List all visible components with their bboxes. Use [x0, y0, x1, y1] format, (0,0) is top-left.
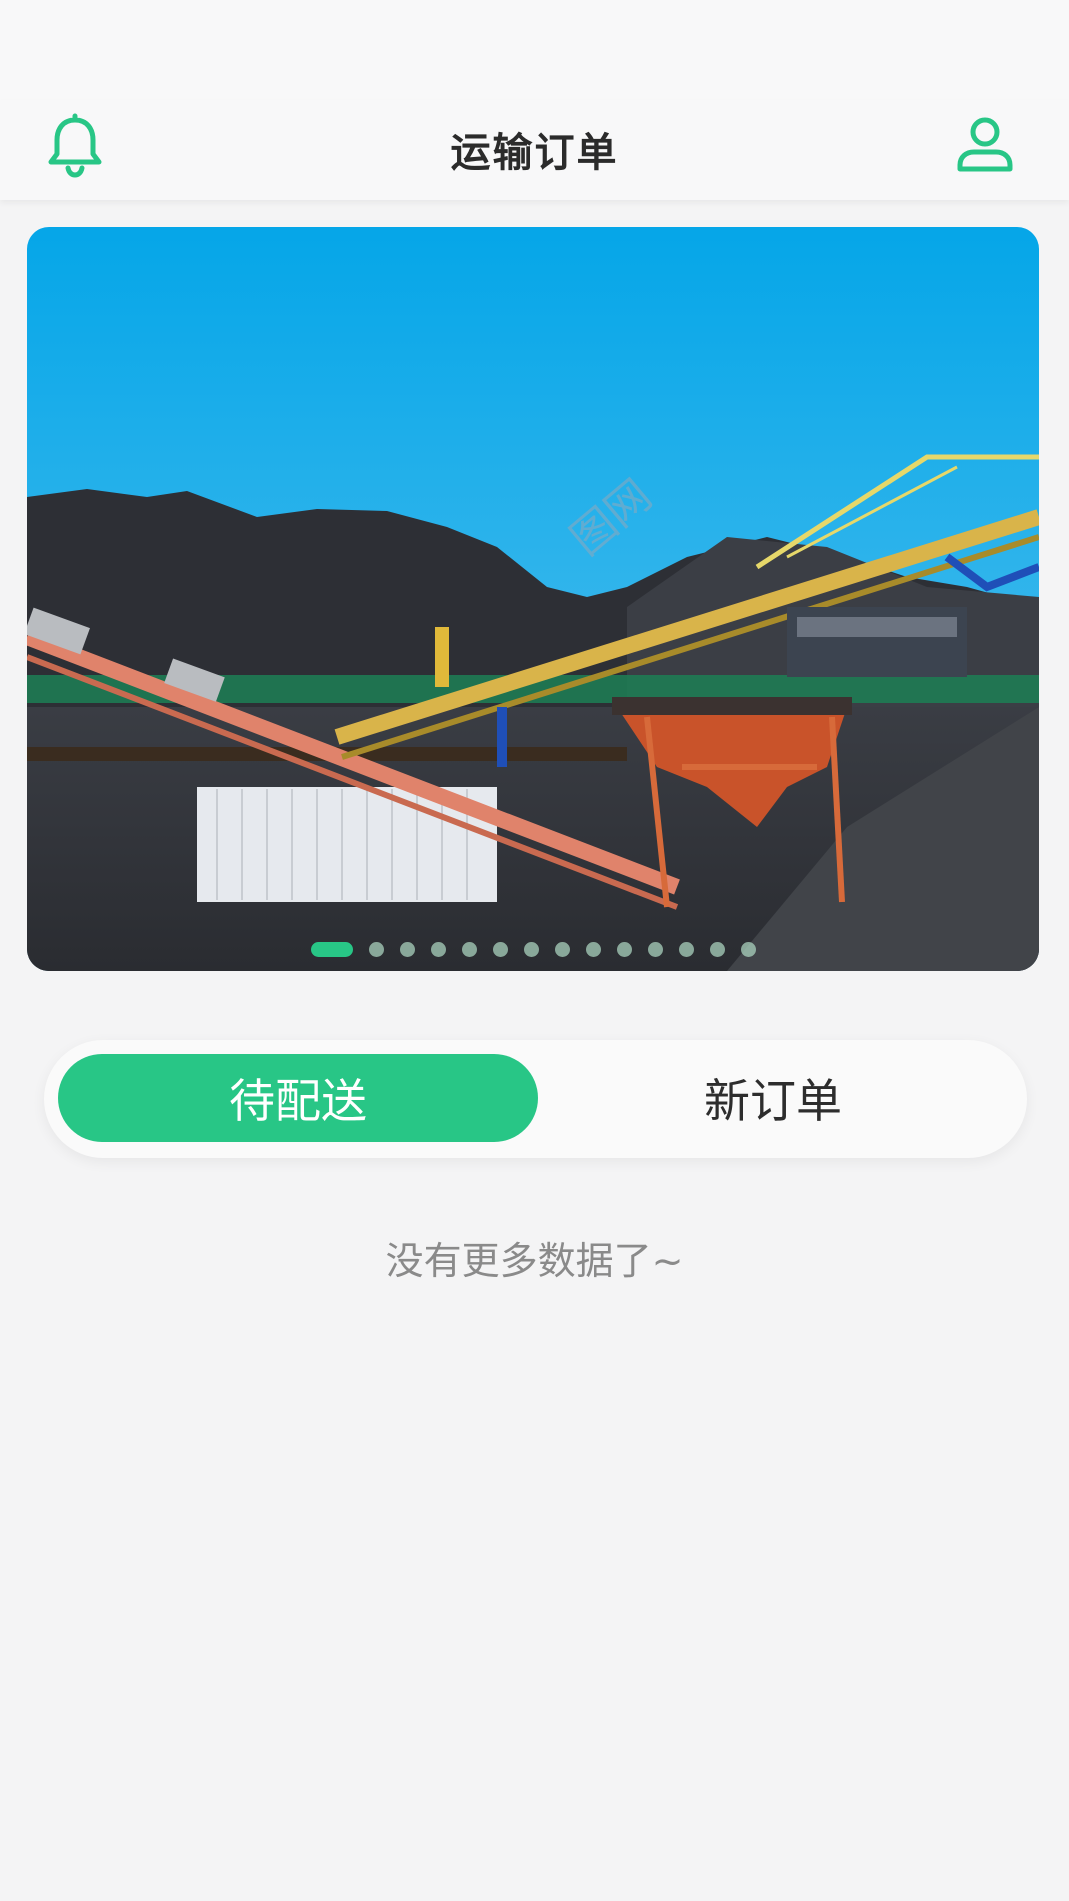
- empty-list-message: 没有更多数据了~: [385, 1239, 684, 1283]
- order-tabs: 待配送 新订单: [44, 1040, 1027, 1158]
- carousel-dot[interactable]: [616, 942, 632, 957]
- page-title: 运输订单: [450, 130, 619, 176]
- carousel-indicator: [27, 942, 1039, 957]
- carousel-dot[interactable]: [709, 942, 725, 957]
- banner-image: 图网: [27, 227, 1039, 971]
- user-icon: [954, 115, 1016, 179]
- top-navigation-bar: 运输订单: [0, 100, 1069, 200]
- carousel-dot-active[interactable]: [310, 942, 353, 957]
- carousel-dot[interactable]: [647, 942, 663, 957]
- carousel-dot[interactable]: [554, 942, 570, 957]
- profile-button[interactable]: [950, 112, 1020, 182]
- carousel-dot[interactable]: [399, 942, 415, 957]
- banner-carousel[interactable]: 图网: [27, 227, 1039, 971]
- carousel-dot[interactable]: [523, 942, 539, 957]
- tab-pending-delivery[interactable]: 待配送: [58, 1054, 538, 1142]
- status-bar-area: [0, 0, 1069, 100]
- carousel-dot[interactable]: [740, 942, 756, 957]
- carousel-dot[interactable]: [585, 942, 601, 957]
- app-page: 运输订单 图网 待配送 新订单 没有更多数据了~: [0, 0, 1069, 1901]
- carousel-dot[interactable]: [492, 942, 508, 957]
- tab-new-orders[interactable]: 新订单: [533, 1054, 1013, 1142]
- carousel-dot[interactable]: [461, 942, 477, 957]
- carousel-dot[interactable]: [678, 942, 694, 957]
- carousel-dot[interactable]: [368, 942, 384, 957]
- carousel-dot[interactable]: [430, 942, 446, 957]
